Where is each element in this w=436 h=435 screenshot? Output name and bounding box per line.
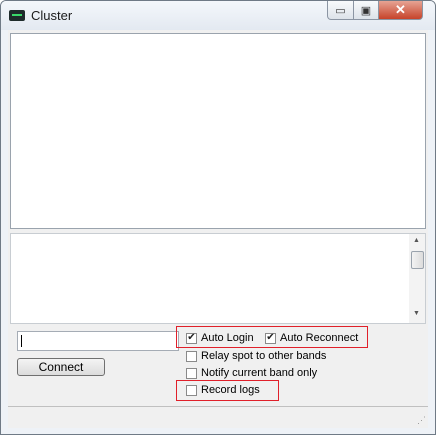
record-logs-label: Record logs bbox=[201, 384, 260, 396]
notify-current-band-label: Notify current band only bbox=[201, 367, 318, 379]
auto-login-checkbox[interactable]: ✔ Auto Login bbox=[186, 332, 254, 344]
scroll-down-icon[interactable]: ▼ bbox=[413, 310, 420, 317]
scroll-thumb[interactable] bbox=[411, 251, 424, 269]
maximize-button[interactable]: ▣ bbox=[354, 1, 379, 20]
text-caret bbox=[21, 335, 22, 347]
minimize-icon: ▭ bbox=[335, 4, 346, 17]
auto-reconnect-label: Auto Reconnect bbox=[280, 332, 359, 344]
relay-spot-label: Relay spot to other bands bbox=[201, 350, 327, 362]
checkbox-box[interactable] bbox=[186, 384, 197, 396]
checkbox-box[interactable]: ✔ bbox=[186, 332, 197, 344]
cluster-app-icon bbox=[9, 10, 25, 21]
notify-current-band-checkbox[interactable]: Notify current band only bbox=[186, 367, 317, 379]
record-logs-checkbox[interactable]: Record logs bbox=[186, 384, 260, 396]
checkbox-box[interactable] bbox=[186, 350, 197, 362]
title-bar[interactable]: Cluster ▭ ▣ ✕ bbox=[1, 1, 435, 30]
window-title: Cluster bbox=[31, 8, 73, 23]
connect-button[interactable]: Connect bbox=[17, 358, 105, 376]
cluster-output-pane[interactable] bbox=[10, 33, 426, 229]
checkbox-box[interactable] bbox=[186, 367, 197, 379]
cluster-window: Cluster ▭ ▣ ✕ ▲ ▼ Connect ✔ Auto Login ✔… bbox=[0, 0, 436, 435]
window-controls: ▭ ▣ ✕ bbox=[327, 1, 423, 20]
close-button[interactable]: ✕ bbox=[379, 1, 423, 20]
relay-spot-checkbox[interactable]: Relay spot to other bands bbox=[186, 350, 326, 362]
close-icon: ✕ bbox=[395, 2, 406, 17]
status-bar: ⋰ bbox=[8, 406, 428, 428]
client-area: ▲ ▼ Connect ✔ Auto Login ✔ Auto Reconnec… bbox=[8, 30, 428, 428]
checkbox-box[interactable]: ✔ bbox=[265, 332, 276, 344]
auto-reconnect-checkbox[interactable]: ✔ Auto Reconnect bbox=[265, 332, 358, 344]
maximize-icon: ▣ bbox=[360, 4, 372, 17]
command-input[interactable] bbox=[17, 331, 179, 351]
log-scrollbar[interactable]: ▲ ▼ bbox=[409, 234, 425, 323]
auto-login-label: Auto Login bbox=[201, 332, 254, 344]
scroll-up-icon[interactable]: ▲ bbox=[413, 237, 420, 244]
spot-log-pane[interactable]: ▲ ▼ bbox=[10, 233, 426, 324]
resize-grip-icon[interactable]: ⋰ bbox=[417, 415, 426, 426]
minimize-button[interactable]: ▭ bbox=[327, 1, 354, 20]
